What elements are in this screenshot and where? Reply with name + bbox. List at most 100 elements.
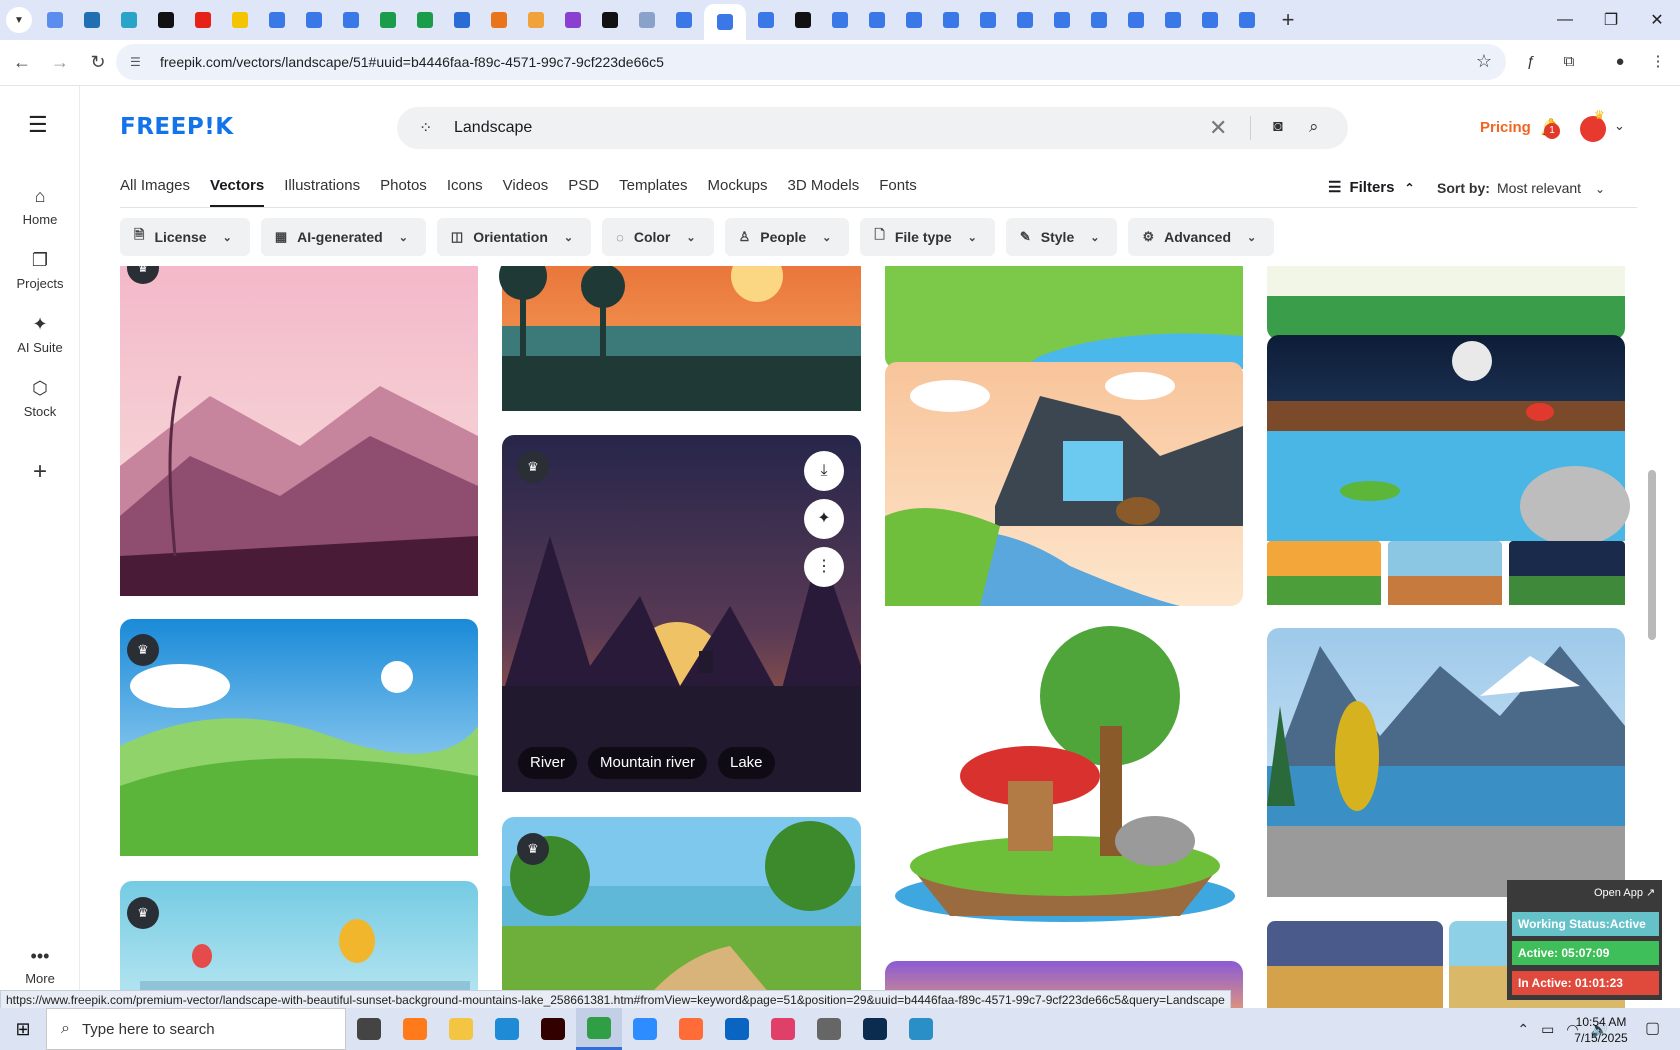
camera-search-icon[interactable]: ◙ — [1273, 118, 1283, 136]
pricing-link[interactable]: Pricing — [1480, 119, 1531, 136]
tab-icon-14[interactable] — [519, 4, 553, 36]
taskbar-clock[interactable]: 10:54 AM 7/15/2025 — [1566, 1014, 1636, 1046]
tab-videos[interactable]: Videos — [503, 177, 549, 207]
taskbar-app-illustrator[interactable] — [530, 1008, 576, 1050]
tab-icon-27[interactable] — [1008, 4, 1042, 36]
browser-menu-dots-icon[interactable]: ⋮ — [1645, 48, 1671, 74]
network-icon[interactable]: ▭ — [1541, 1021, 1554, 1038]
search-input[interactable]: Landscape — [454, 119, 532, 137]
new-tab-plus-icon[interactable]: + — [1273, 5, 1303, 35]
taskbar-app-app-hex[interactable] — [898, 1008, 944, 1050]
more-options-icon[interactable]: ⋮ — [804, 547, 844, 587]
taskbar-app-zoom[interactable] — [622, 1008, 668, 1050]
profile-avatar-icon[interactable]: ● — [1607, 48, 1633, 74]
sidebar-item-ai-suite[interactable]: ✦ AI Suite — [0, 314, 80, 355]
download-icon[interactable]: ⤓ — [804, 451, 844, 491]
filter-color-dropdown[interactable]: ◌ Color ⌄ — [602, 218, 714, 256]
tab-icon-10[interactable] — [371, 4, 405, 36]
notifications-button[interactable]: 🔔 1 — [1540, 118, 1562, 140]
tag-chip-mountain-river[interactable]: Mountain river — [588, 747, 708, 779]
windows-start-icon[interactable]: ⊞ — [0, 1008, 46, 1050]
url-text[interactable]: freepik.com/vectors/landscape/51#uuid=b4… — [160, 54, 664, 70]
image-card-alpine-lake[interactable] — [1267, 628, 1625, 897]
tab-icons[interactable]: Icons — [447, 177, 483, 207]
taskbar-app-file-explorer[interactable] — [438, 1008, 484, 1050]
minimize-icon[interactable]: — — [1542, 0, 1588, 40]
extensions-puzzle-icon[interactable]: ⧉ — [1556, 48, 1582, 74]
tab-icon-19[interactable] — [704, 4, 746, 40]
image-card-forest-strip[interactable] — [1267, 266, 1625, 340]
tab-icon-33[interactable] — [1230, 4, 1264, 36]
tab-icon-23[interactable] — [860, 4, 894, 36]
open-app-link[interactable]: Open App ↗ — [1594, 886, 1655, 899]
image-card-green-hills[interactable] — [120, 619, 478, 856]
tab-icon-1[interactable] — [38, 4, 72, 36]
sidebar-item-more[interactable]: ••• More — [0, 946, 80, 986]
sidebar-item-projects[interactable]: ❐ Projects — [0, 250, 80, 291]
hamburger-menu-icon[interactable]: ☰ — [28, 112, 48, 138]
tab-illustrations[interactable]: Illustrations — [284, 177, 360, 207]
tab-icon-2[interactable] — [75, 4, 109, 36]
tab-psd[interactable]: PSD — [568, 177, 599, 207]
tab-icon-13[interactable] — [482, 4, 516, 36]
filter-style-dropdown[interactable]: ✎ Style ⌄ — [1005, 218, 1118, 256]
tray-chevron-up-icon[interactable]: ⌃ — [1517, 1021, 1529, 1038]
clear-search-icon[interactable]: ✕ — [1209, 115, 1227, 141]
image-card-palm-sunset[interactable] — [499, 266, 861, 411]
filter-file-type-dropdown[interactable]: 🗋 File type ⌄ — [860, 218, 995, 256]
tab-icon-21[interactable] — [786, 4, 820, 36]
taskbar-app-vscode[interactable] — [484, 1008, 530, 1050]
tab-icon-30[interactable] — [1119, 4, 1153, 36]
tab-icon-29[interactable] — [1082, 4, 1116, 36]
filter-orientation-dropdown[interactable]: ◫ Orientation ⌄ — [436, 218, 592, 256]
tab-icon-22[interactable] — [823, 4, 857, 36]
tab-fonts[interactable]: Fonts — [879, 177, 917, 207]
tab-all-images[interactable]: All Images — [120, 177, 190, 207]
search-icon[interactable]: ⌕ — [1309, 117, 1319, 137]
asset-type-grid-icon[interactable]: ⁘ — [419, 118, 432, 138]
image-card-night-deer[interactable] — [502, 435, 861, 792]
taskbar-app-outlook[interactable] — [714, 1008, 760, 1050]
filter-people-dropdown[interactable]: ♙ People ⌄ — [724, 218, 850, 256]
add-plus-icon[interactable]: + — [26, 458, 54, 486]
tab-icon-32[interactable] — [1193, 4, 1227, 36]
image-card-green-river[interactable] — [885, 266, 1243, 369]
taskbar-app-pen-tool[interactable] — [806, 1008, 852, 1050]
tab-icon-3[interactable] — [112, 4, 146, 36]
tab-search-chevron-icon[interactable]: ▼ — [6, 7, 32, 33]
reload-icon[interactable]: ↻ — [82, 47, 114, 79]
site-info-icon[interactable]: ☰ — [130, 55, 146, 69]
tab-icon-6[interactable] — [223, 4, 257, 36]
tab-icon-8[interactable] — [297, 4, 331, 36]
tag-chip-river[interactable]: River — [518, 747, 578, 779]
image-card-hot-air-balloons[interactable] — [120, 881, 478, 1008]
tab-icon-26[interactable] — [971, 4, 1005, 36]
tab-icon-16[interactable] — [593, 4, 627, 36]
tab-photos[interactable]: Photos — [380, 177, 427, 207]
tab-icon-25[interactable] — [934, 4, 968, 36]
account-chevron-down-icon[interactable]: ⌄ — [1614, 118, 1625, 134]
close-window-icon[interactable]: ✕ — [1634, 0, 1680, 40]
tab-icon-15[interactable] — [556, 4, 590, 36]
image-card-swamp-night-collage[interactable] — [1267, 335, 1630, 605]
taskbar-app-creative-cloud[interactable] — [760, 1008, 806, 1050]
image-card-pink-mountains[interactable] — [120, 266, 478, 596]
forward-arrow-icon[interactable]: → — [44, 47, 76, 79]
tab-mockups[interactable]: Mockups — [707, 177, 767, 207]
sidebar-item-home[interactable]: ⌂ Home — [0, 186, 80, 227]
restore-icon[interactable]: ❐ — [1588, 0, 1634, 40]
taskbar-app-task-view[interactable] — [346, 1008, 392, 1050]
taskbar-search-box[interactable]: ⌕ Type here to search — [46, 1008, 346, 1050]
extension-f-icon[interactable]: ƒ — [1518, 48, 1544, 74]
tab-vectors[interactable]: Vectors — [210, 177, 265, 207]
tab-templates[interactable]: Templates — [619, 177, 687, 207]
tab-icon-9[interactable] — [334, 4, 368, 36]
filter-ai-generated-dropdown[interactable]: ▦ AI-generated ⌄ — [260, 218, 426, 256]
taskbar-app-postman[interactable] — [668, 1008, 714, 1050]
search-bar[interactable]: ⁘ Landscape ✕ ◙ ⌕ — [397, 107, 1348, 149]
page-scrollbar-thumb[interactable] — [1648, 470, 1656, 640]
tab-icon-12[interactable] — [445, 4, 479, 36]
sort-select[interactable]: Most relevant ⌄ — [1497, 180, 1605, 196]
ai-edit-sparkle-icon[interactable]: ✦ — [804, 499, 844, 539]
taskbar-app-photoshop[interactable] — [852, 1008, 898, 1050]
